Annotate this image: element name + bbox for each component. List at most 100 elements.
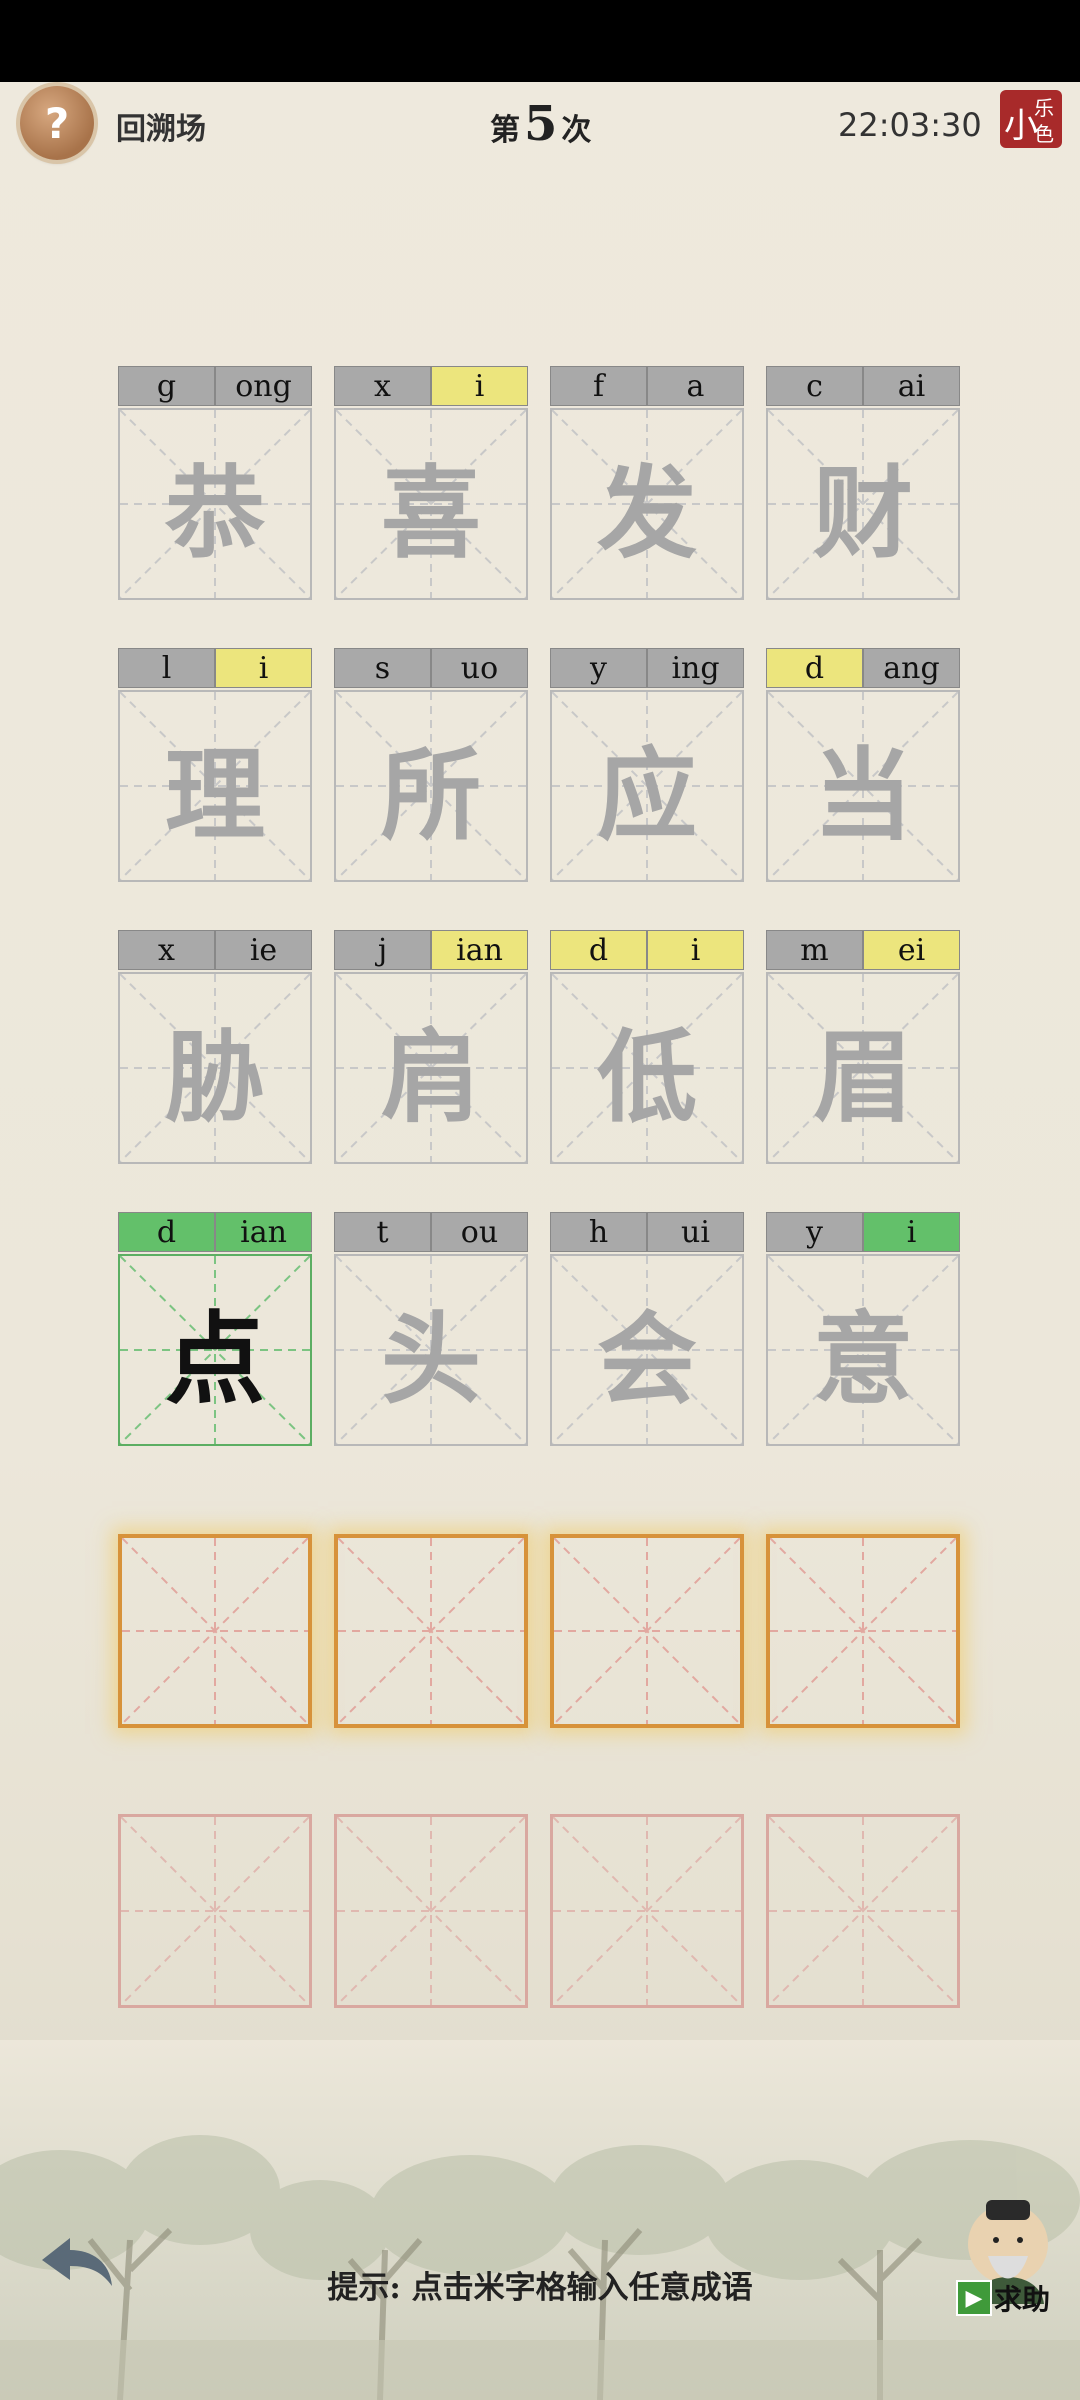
pinyin-final: ang bbox=[863, 648, 960, 688]
guess-cell[interactable]: g ong 恭 bbox=[118, 366, 312, 600]
rice-grid-lines bbox=[122, 1538, 308, 1724]
pinyin-final: i bbox=[863, 1212, 960, 1252]
input-cell[interactable] bbox=[334, 1814, 528, 2008]
pinyin-final: ing bbox=[647, 648, 744, 688]
guess-cell[interactable]: y ing 应 bbox=[550, 648, 744, 882]
input-cell[interactable] bbox=[766, 1814, 960, 2008]
rice-grid-lines bbox=[554, 1538, 740, 1724]
guess-cell[interactable]: t ou 头 bbox=[334, 1212, 528, 1446]
pinyin-initial: y bbox=[766, 1212, 863, 1252]
pinyin-bar: m ei bbox=[766, 930, 960, 972]
rice-grid-lines bbox=[121, 1817, 309, 2005]
character: 财 bbox=[813, 454, 913, 572]
pinyin-final: ong bbox=[215, 366, 312, 406]
character: 点 bbox=[165, 1300, 265, 1418]
pinyin-final: ai bbox=[863, 366, 960, 406]
character: 理 bbox=[165, 736, 265, 854]
rice-grid-lines bbox=[770, 1538, 956, 1724]
pinyin-initial: d bbox=[118, 1212, 215, 1252]
guess-cell[interactable]: s uo 所 bbox=[334, 648, 528, 882]
character-grid: 意 bbox=[766, 1254, 960, 1446]
guess-cell[interactable]: h ui 会 bbox=[550, 1212, 744, 1446]
pinyin-bar: d ang bbox=[766, 648, 960, 690]
input-cell-active[interactable] bbox=[334, 1534, 528, 1728]
pinyin-final: ian bbox=[431, 930, 528, 970]
guess-cell[interactable]: di 低 bbox=[550, 930, 744, 1164]
pinyin-final: ei bbox=[863, 930, 960, 970]
guess-cell[interactable]: xi 喜 bbox=[334, 366, 528, 600]
pinyin-bar: x ie bbox=[118, 930, 312, 972]
guess-cell[interactable]: yi 意 bbox=[766, 1212, 960, 1446]
input-cell-active[interactable] bbox=[550, 1534, 744, 1728]
play-icon: ▶ bbox=[956, 2280, 992, 2316]
pinyin-initial: x bbox=[118, 930, 215, 970]
input-cell[interactable] bbox=[118, 1814, 312, 2008]
round-counter: 第5 次 bbox=[490, 96, 591, 152]
pinyin-initial: g bbox=[118, 366, 215, 406]
character-grid: 会 bbox=[550, 1254, 744, 1446]
pinyin-initial: d bbox=[766, 648, 863, 688]
pinyin-final: ou bbox=[431, 1212, 528, 1252]
pinyin-bar: j ian bbox=[334, 930, 528, 972]
guess-cell[interactable]: d ian 点 bbox=[118, 1212, 312, 1446]
character-grid: 理 bbox=[118, 690, 312, 882]
app-logo[interactable]: 小 乐 色 bbox=[1000, 90, 1062, 148]
pinyin-bar: xi bbox=[334, 366, 528, 408]
character-grid: 点 bbox=[118, 1254, 312, 1446]
character: 胁 bbox=[165, 1018, 265, 1136]
pinyin-final: ui bbox=[647, 1212, 744, 1252]
character-grid: 当 bbox=[766, 690, 960, 882]
input-cell[interactable] bbox=[550, 1814, 744, 2008]
character-grid: 低 bbox=[550, 972, 744, 1164]
character: 恭 bbox=[165, 454, 265, 572]
pinyin-initial: h bbox=[550, 1212, 647, 1252]
pinyin-final: i bbox=[215, 648, 312, 688]
ask-help-button[interactable]: ▶ 求助 bbox=[956, 2278, 1050, 2318]
guess-cell[interactable]: fa 发 bbox=[550, 366, 744, 600]
pinyin-final: i bbox=[647, 930, 744, 970]
character: 发 bbox=[597, 454, 697, 572]
character: 会 bbox=[597, 1300, 697, 1418]
pinyin-initial: y bbox=[550, 648, 647, 688]
character-grid: 头 bbox=[334, 1254, 528, 1446]
character-grid: 财 bbox=[766, 408, 960, 600]
round-number: 5 bbox=[524, 96, 558, 152]
character-grid: 喜 bbox=[334, 408, 528, 600]
back-to-origin-button[interactable]: 回溯场 bbox=[116, 104, 206, 148]
pinyin-initial: f bbox=[550, 366, 647, 406]
pinyin-final: i bbox=[431, 366, 528, 406]
character: 当 bbox=[813, 736, 913, 854]
hint-text: 提示: 点击米字格输入任意成语 bbox=[327, 2270, 753, 2306]
top-bar: ? 回溯场 第5 次 22:03:30 小 乐 色 bbox=[0, 82, 1080, 172]
pinyin-bar: s uo bbox=[334, 648, 528, 690]
rice-grid-lines bbox=[337, 1817, 525, 2005]
character-grid: 应 bbox=[550, 690, 744, 882]
pinyin-initial: s bbox=[334, 648, 431, 688]
pinyin-bar: t ou bbox=[334, 1212, 528, 1254]
input-cell-active[interactable] bbox=[118, 1534, 312, 1728]
character: 肩 bbox=[381, 1018, 481, 1136]
guess-cell[interactable]: d ang 当 bbox=[766, 648, 960, 882]
guess-cell[interactable]: j ian 肩 bbox=[334, 930, 528, 1164]
pinyin-bar: yi bbox=[766, 1212, 960, 1254]
rice-grid-lines bbox=[553, 1817, 741, 2005]
pinyin-initial: j bbox=[334, 930, 431, 970]
pinyin-bar: h ui bbox=[550, 1212, 744, 1254]
pinyin-initial: l bbox=[118, 648, 215, 688]
rice-grid-lines bbox=[338, 1538, 524, 1724]
logo-char-b: 乐 bbox=[1034, 96, 1054, 120]
guess-cell[interactable]: li 理 bbox=[118, 648, 312, 882]
pinyin-bar: d ian bbox=[118, 1212, 312, 1254]
round-prefix: 第 bbox=[490, 113, 520, 148]
rice-grid-lines bbox=[769, 1817, 957, 2005]
guess-cell[interactable]: x ie 胁 bbox=[118, 930, 312, 1164]
guess-cell[interactable]: c ai 财 bbox=[766, 366, 960, 600]
guess-cell[interactable]: m ei 眉 bbox=[766, 930, 960, 1164]
pinyin-final: uo bbox=[431, 648, 528, 688]
help-button[interactable]: ? bbox=[20, 86, 94, 160]
pinyin-bar: fa bbox=[550, 366, 744, 408]
character-grid: 胁 bbox=[118, 972, 312, 1164]
character: 头 bbox=[381, 1300, 481, 1418]
pinyin-initial: t bbox=[334, 1212, 431, 1252]
input-cell-active[interactable] bbox=[766, 1534, 960, 1728]
